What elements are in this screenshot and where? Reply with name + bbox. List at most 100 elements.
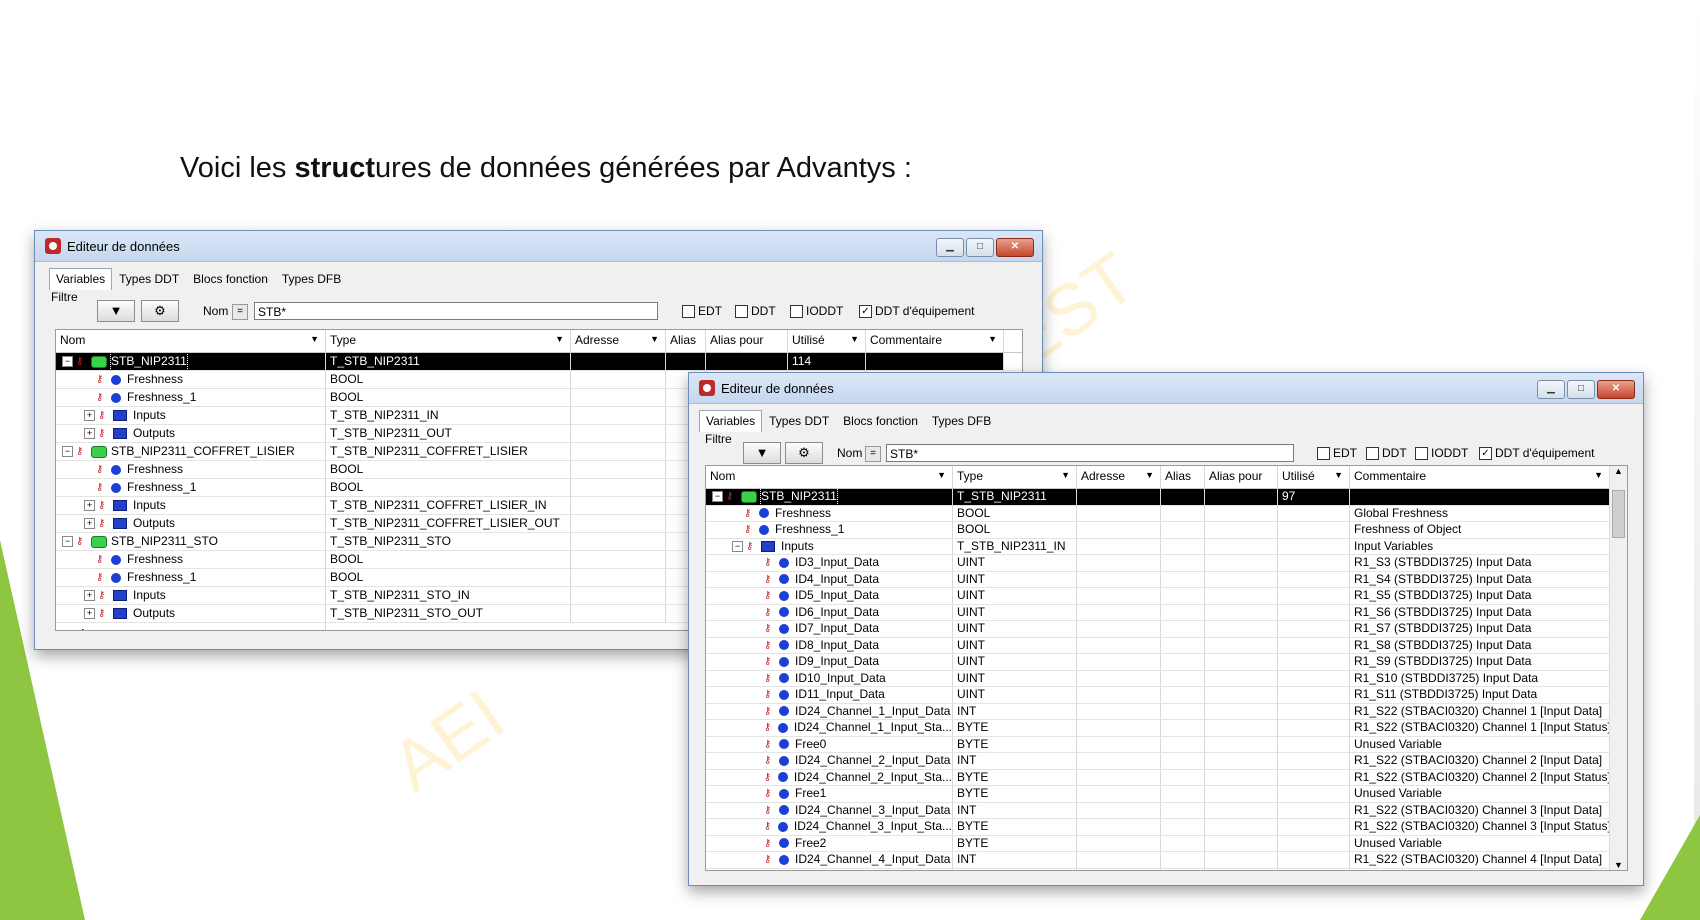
checkbox-box[interactable] <box>1317 446 1330 460</box>
sort-dropdown-icon[interactable]: ▼ <box>988 334 997 344</box>
column-header-type[interactable]: Type ▼ <box>326 330 571 352</box>
column-header-adresse[interactable]: Adresse ▼ <box>1077 466 1161 488</box>
window-titlebar[interactable]: Editeur de données ▁ □ ✕ <box>35 231 1042 262</box>
filter-settings-button[interactable]: ⚙ <box>141 300 179 322</box>
maximize-button[interactable]: □ <box>966 238 994 257</box>
column-header-alias-pour[interactable]: Alias pour <box>1205 466 1278 488</box>
column-header-nom[interactable]: Nom ▼ <box>706 466 953 488</box>
table-row[interactable]: ⚷ Freshness_1 BOOL Freshness of Object <box>706 522 1627 539</box>
checkbox-box[interactable] <box>682 304 695 318</box>
table-row[interactable]: ⚷ ID11_Input_Data UINT R1_S11 (STBDDI3725) … <box>706 687 1627 704</box>
table-row[interactable]: ⚷ ID3_Input_Data UINT R1_S3 (STBDDI3725) In… <box>706 555 1627 572</box>
expand-toggle-icon[interactable]: + <box>84 590 95 601</box>
expand-toggle-icon[interactable]: − <box>62 356 73 367</box>
tab-types-dfb[interactable]: Types DFB <box>275 268 348 290</box>
close-button[interactable]: ✕ <box>1597 380 1635 399</box>
name-filter-input[interactable]: STB* <box>254 302 658 320</box>
expand-toggle-icon[interactable]: + <box>84 428 95 439</box>
table-row[interactable]: ⚷ Free2 BYTE Unused Variable <box>706 835 1627 852</box>
checkbox-box[interactable] <box>1366 446 1379 460</box>
checkbox-ioddt[interactable]: IODDT <box>790 304 843 318</box>
table-row[interactable]: ⚷ ID10_Input_Data UINT R1_S10 (STBDDI3725) … <box>706 670 1627 687</box>
table-row[interactable]: ⚷ ID6_Input_Data UINT R1_S6 (STBDDI3725) In… <box>706 604 1627 621</box>
expand-toggle-icon[interactable]: − <box>712 491 723 503</box>
close-button[interactable]: ✕ <box>996 238 1034 257</box>
table-row[interactable]: ⚷ ID7_Input_Data UINT R1_S7 (STBDDI3725) In… <box>706 621 1627 638</box>
sort-dropdown-icon[interactable]: ▼ <box>850 334 859 344</box>
column-header-commentaire[interactable]: Commentaire ▼ <box>866 330 1004 352</box>
table-row[interactable]: ⚷ ID5_Input_Data UINT R1_S5 (STBDDI3725) In… <box>706 588 1627 605</box>
tab-types-ddt[interactable]: Types DDT <box>762 410 836 432</box>
table-row[interactable]: ⚷ ID24_Channel_3_Input_Sta... BYTE R1_S22 (… <box>706 819 1627 836</box>
sort-dropdown-icon[interactable]: ▼ <box>937 470 946 480</box>
scroll-up-icon[interactable]: ▲ <box>1610 466 1627 476</box>
expand-toggle-icon[interactable]: + <box>84 608 95 619</box>
table-row[interactable]: − ⚷ STB_NIP2311 T_STB_NIP2311 97 <box>706 489 1627 506</box>
expand-toggle-icon[interactable]: + <box>84 410 95 421</box>
filter-funnel-button[interactable]: ▼ <box>743 442 781 464</box>
table-row[interactable]: − ⚷ STB_NIP2311 T_STB_NIP2311 114 <box>56 353 1022 371</box>
expand-toggle-icon[interactable]: + <box>84 500 95 511</box>
table-row[interactable]: ⚷ ID9_Input_Data UINT R1_S9 (STBDDI3725) In… <box>706 654 1627 671</box>
column-header-commentaire[interactable]: Commentaire ▼ <box>1350 466 1610 488</box>
checkbox-box[interactable] <box>1415 446 1428 460</box>
column-header-alias-pour[interactable]: Alias pour <box>706 330 788 352</box>
checkbox-ddt[interactable]: DDT <box>1366 446 1407 460</box>
table-row[interactable]: ⚷ID24_Channel_4_Input_Sta...BYTE R1_S22 (… <box>706 868 1627 870</box>
table-row[interactable]: ⚷ Free0 BYTE Unused Variable <box>706 736 1627 753</box>
data-editor-window-front[interactable]: Editeur de données ▁ □ ✕ Variables Types… <box>688 372 1644 886</box>
table-row[interactable]: ⚷ ID24_Channel_1_Input_Data INT R1_S22 (STB… <box>706 703 1627 720</box>
sort-dropdown-icon[interactable]: ▼ <box>650 334 659 344</box>
tab-types-ddt[interactable]: Types DDT <box>112 268 186 290</box>
table-row[interactable]: ⚷ Free1 BYTE Unused Variable <box>706 786 1627 803</box>
column-header-utilis-[interactable]: Utilisé ▼ <box>1278 466 1350 488</box>
sort-dropdown-icon[interactable]: ▼ <box>1334 470 1343 480</box>
checkbox-edt[interactable]: EDT <box>1317 446 1357 460</box>
scroll-thumb[interactable] <box>1612 490 1625 538</box>
scroll-down-icon[interactable]: ▼ <box>1610 860 1627 870</box>
minimize-button[interactable]: ▁ <box>1537 380 1565 399</box>
expand-toggle-icon[interactable]: − <box>62 446 73 457</box>
name-filter-input[interactable]: STB* <box>886 444 1294 462</box>
expand-toggle-icon[interactable]: + <box>84 518 95 529</box>
checkbox-edt[interactable]: EDT <box>682 304 722 318</box>
expand-toggle-icon[interactable]: − <box>732 540 743 552</box>
checkbox-ddt[interactable]: DDT <box>735 304 776 318</box>
checkbox-ddt-equipement[interactable]: ✓ DDT d'équipement <box>859 304 974 318</box>
table-row[interactable]: ⚷ ID24_Channel_2_Input_Sta... BYTE R1_S22 (… <box>706 769 1627 786</box>
filter-funnel-button[interactable]: ▼ <box>97 300 135 322</box>
equals-button[interactable]: = <box>865 446 881 462</box>
checkbox-box[interactable] <box>735 304 748 318</box>
table-row[interactable]: ⚷ ID24_Channel_1_Input_Sta... BYTE R1_S22 (… <box>706 720 1627 737</box>
sort-dropdown-icon[interactable]: ▼ <box>1594 470 1603 480</box>
sort-dropdown-icon[interactable]: ▼ <box>1145 470 1154 480</box>
tab-variables[interactable]: Variables <box>699 410 763 432</box>
minimize-button[interactable]: ▁ <box>936 238 964 257</box>
tab-blocs-fonction[interactable]: Blocs fonction <box>186 268 275 290</box>
table-row[interactable]: ⚷ ID8_Input_Data UINT R1_S8 (STBDDI3725) In… <box>706 637 1627 654</box>
checkbox-box[interactable]: ✓ <box>859 304 872 318</box>
sort-dropdown-icon[interactable]: ▼ <box>555 334 564 344</box>
column-header-alias[interactable]: Alias <box>666 330 706 352</box>
table-row[interactable]: ⚷ Freshness BOOL Global Freshness <box>706 505 1627 522</box>
sort-dropdown-icon[interactable]: ▼ <box>1061 470 1070 480</box>
checkbox-box[interactable]: ✓ <box>1479 446 1492 460</box>
column-header-adresse[interactable]: Adresse ▼ <box>571 330 666 352</box>
window-titlebar[interactable]: Editeur de données ▁ □ ✕ <box>689 373 1643 404</box>
equals-button[interactable]: = <box>232 304 248 320</box>
table-row[interactable]: ⚷ ID24_Channel_3_Input_Data INT R1_S22 (STB… <box>706 802 1627 819</box>
table-row[interactable]: ⚷ ID24_Channel_2_Input_Data INT R1_S22 (STB… <box>706 753 1627 770</box>
variables-grid[interactable]: Nom ▼ Type ▼ Adresse ▼ Alias Alias pour Utilisé ▼… <box>705 465 1628 871</box>
column-header-type[interactable]: Type ▼ <box>953 466 1077 488</box>
vertical-scrollbar[interactable]: ▲ ▼ <box>1609 466 1627 870</box>
checkbox-ddt-equipement[interactable]: ✓ DDT d'équipement <box>1479 446 1594 460</box>
filter-settings-button[interactable]: ⚙ <box>785 442 823 464</box>
checkbox-box[interactable] <box>790 304 803 318</box>
column-header-alias[interactable]: Alias <box>1161 466 1205 488</box>
maximize-button[interactable]: □ <box>1567 380 1595 399</box>
tab-variables[interactable]: Variables <box>49 268 113 290</box>
column-header-nom[interactable]: Nom ▼ <box>56 330 326 352</box>
table-row[interactable]: ⚷ ID24_Channel_4_Input_Data INT R1_S22 (STB… <box>706 852 1627 869</box>
column-header-utilis-[interactable]: Utilisé ▼ <box>788 330 866 352</box>
tab-types-dfb[interactable]: Types DFB <box>925 410 998 432</box>
